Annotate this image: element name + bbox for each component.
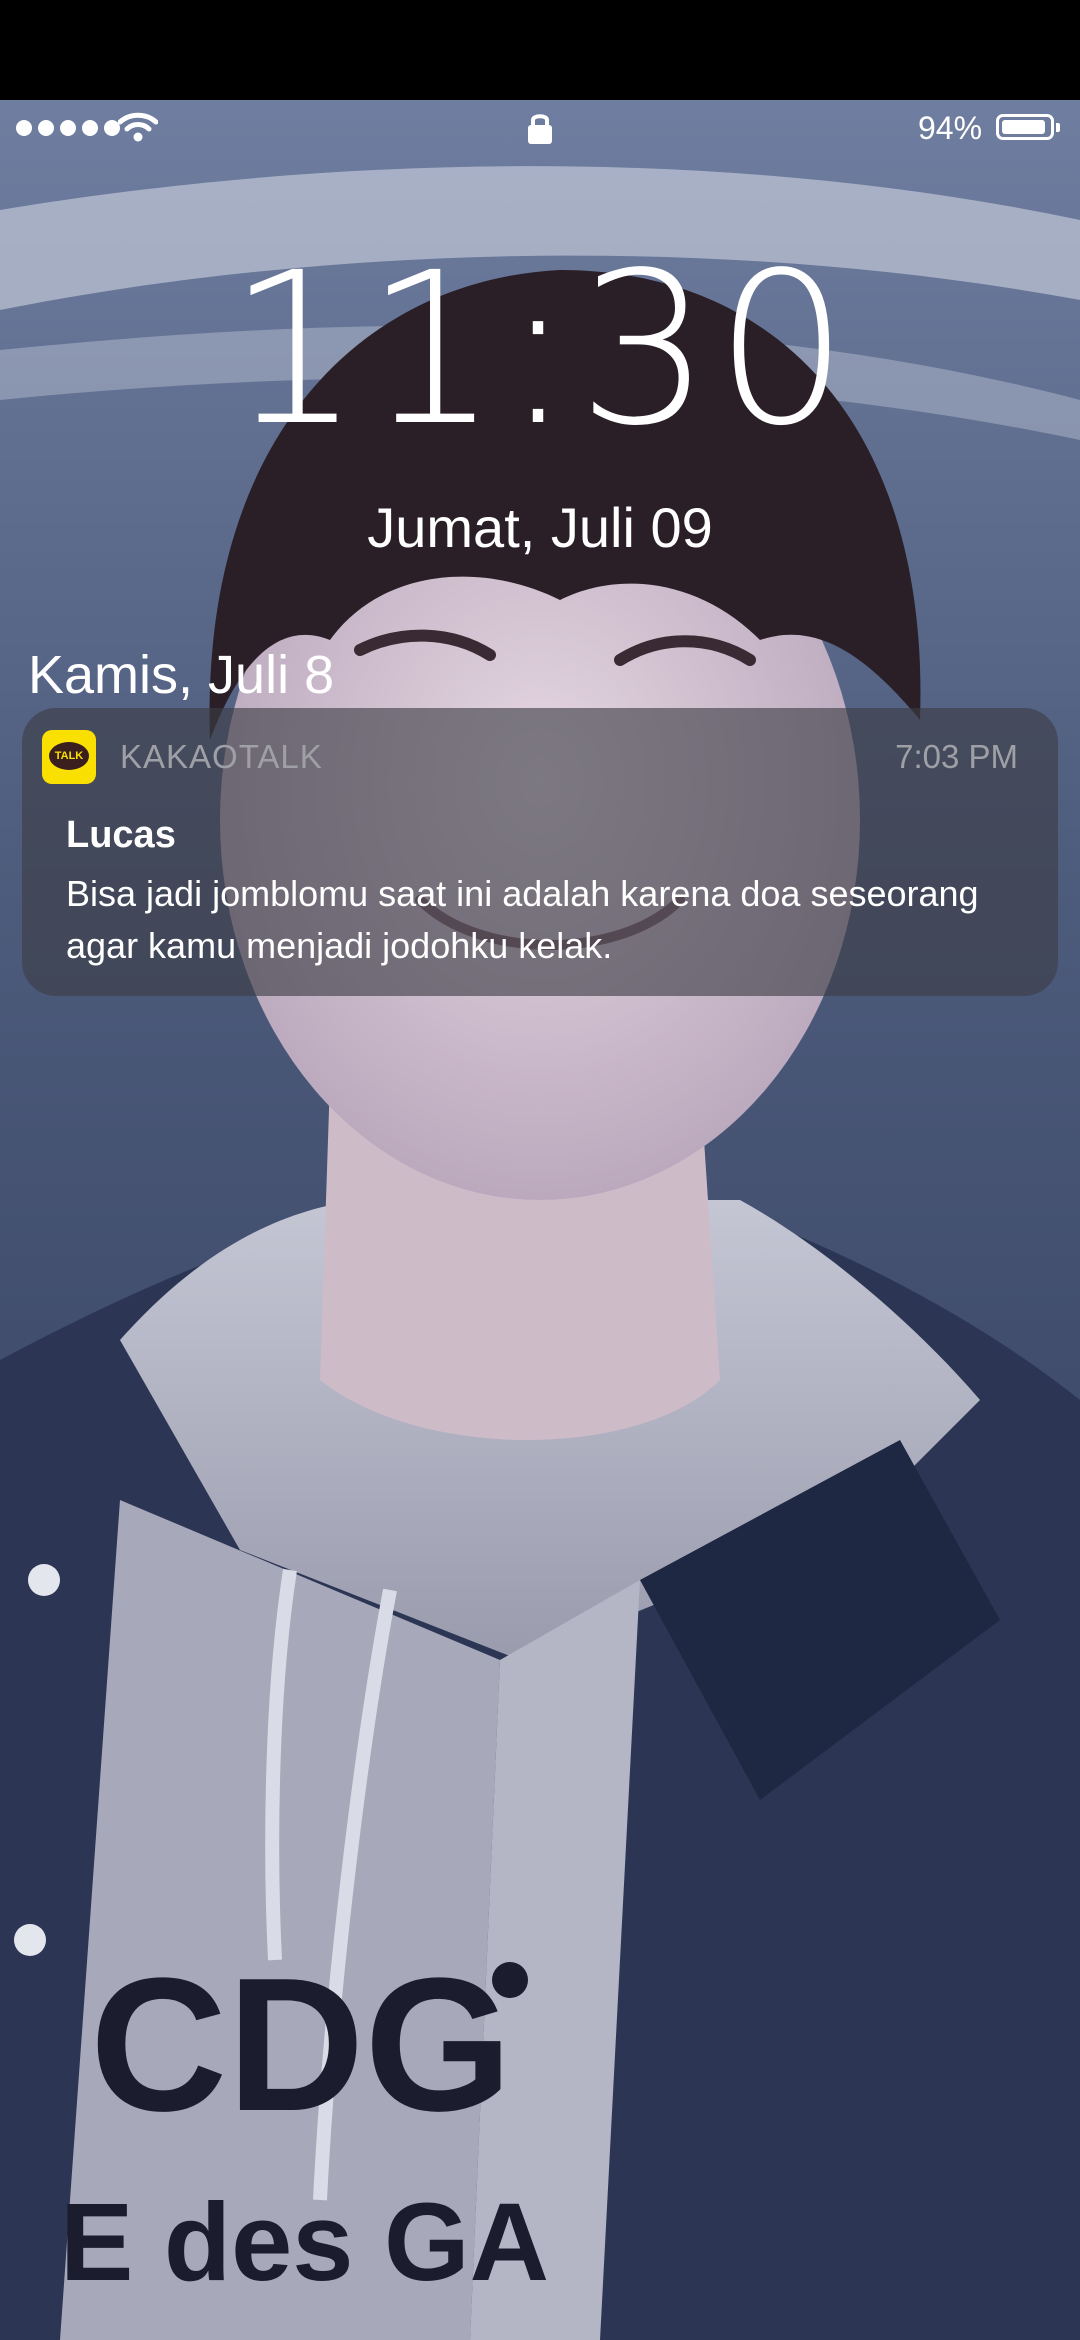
kakaotalk-app-icon: TALK [42,730,96,784]
top-black-bar [0,0,1080,100]
wifi-icon [118,112,158,142]
notification-time: 7:03 PM [895,738,1018,775]
sweatshirt-print-line2: E des GA [60,2181,549,2304]
notification-message: Bisa jadi jomblomu saat ini adalah karen… [66,873,979,966]
sweatshirt-print: CDG [90,1939,512,2151]
status-bar: 94% [0,100,1080,160]
app-icon-label: TALK [54,750,84,762]
cellular-signal-icon [16,120,120,136]
lock-screen: CDG E des GA 94% 11:30 Jumat, Juli 09 Ka… [0,0,1080,2340]
notification-app-name: KAKAOTALK [120,738,323,775]
notification-sender: Lucas [66,814,176,856]
battery-icon [996,114,1060,140]
notification-section-date: Kamis, Juli 8 [28,645,335,705]
lock-screen-date: Jumat, Juli 09 [367,496,713,559]
lock-icon [528,114,552,144]
battery-percentage: 94% [918,110,983,146]
notification-card[interactable]: TALK KAKAOTALK 7:03 PM Lucas Bisa jadi j… [22,708,1058,996]
lock-screen-time: 11:30 [227,227,853,472]
